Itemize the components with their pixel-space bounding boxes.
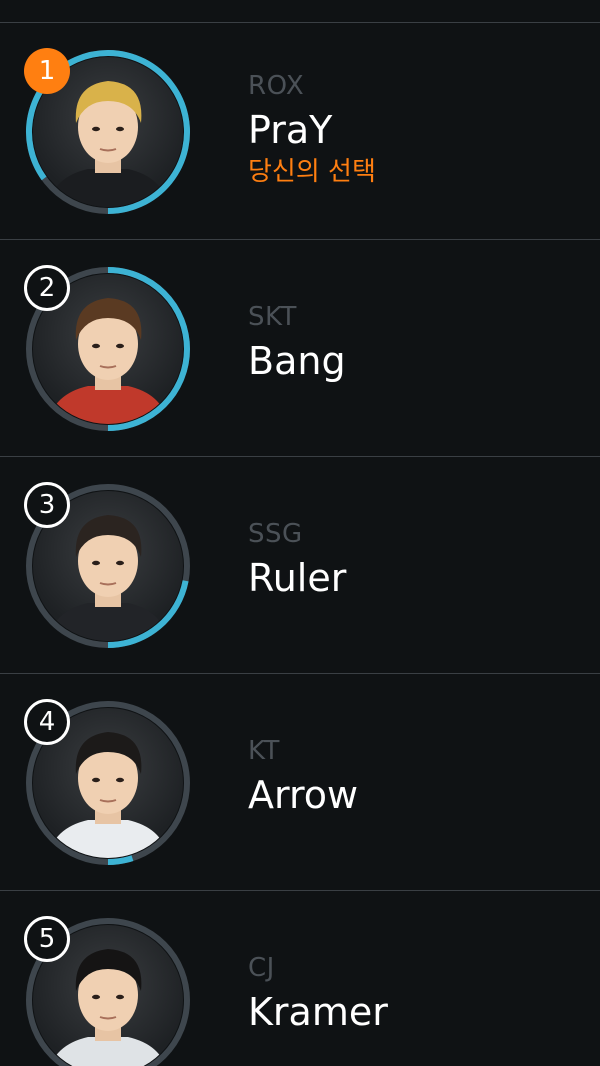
player-avatar-wrap: 4 [24,699,191,866]
portrait-eye-right [116,126,124,132]
portrait-shoulders [50,1037,166,1066]
portrait-eye-right [116,777,124,783]
player-name: Ruler [248,556,347,600]
your-pick-label: 당신의 선택 [248,157,376,187]
player-name: Kramer [248,990,388,1034]
team-name: ROX [248,71,305,101]
player-row[interactable]: 4 KT Arrow [0,674,600,891]
team-name: CJ [248,953,275,983]
player-row[interactable]: 3 SSG Ruler [0,457,600,674]
rank-badge: 3 [24,482,70,528]
player-row[interactable]: 5 CJ Kramer [0,891,600,1066]
rank-badge: 2 [24,265,70,311]
portrait-eye-right [116,560,124,566]
rank-badge: 4 [24,699,70,745]
player-avatar-wrap: 2 [24,265,191,432]
player-name: Arrow [248,773,359,817]
team-name: KT [248,736,280,766]
portrait-eye-right [116,994,124,1000]
player-name: Bang [248,339,346,383]
player-row[interactable]: 2 SKT Bang [0,240,600,457]
player-row[interactable]: 1 ROX PraY 당신의 선택 [0,23,600,240]
portrait-eye-left [92,560,100,566]
portrait-eye-left [92,343,100,349]
ring-progress-arc [107,855,134,865]
player-avatar-wrap: 1 [24,48,191,215]
player-ranking-list: 1 ROX PraY 당신의 선택 2 SKT Bang 3 SSG Ruler [0,22,600,1066]
portrait-eye-left [92,126,100,132]
player-avatar-wrap: 3 [24,482,191,649]
player-name: PraY [248,108,333,152]
team-name: SKT [248,302,297,332]
portrait-eye-right [116,343,124,349]
team-name: SSG [248,519,303,549]
player-avatar-wrap: 5 [24,916,191,1066]
portrait-eye-left [92,777,100,783]
portrait-eye-left [92,994,100,1000]
rank-badge: 5 [24,916,70,962]
rank-badge: 1 [24,48,70,94]
